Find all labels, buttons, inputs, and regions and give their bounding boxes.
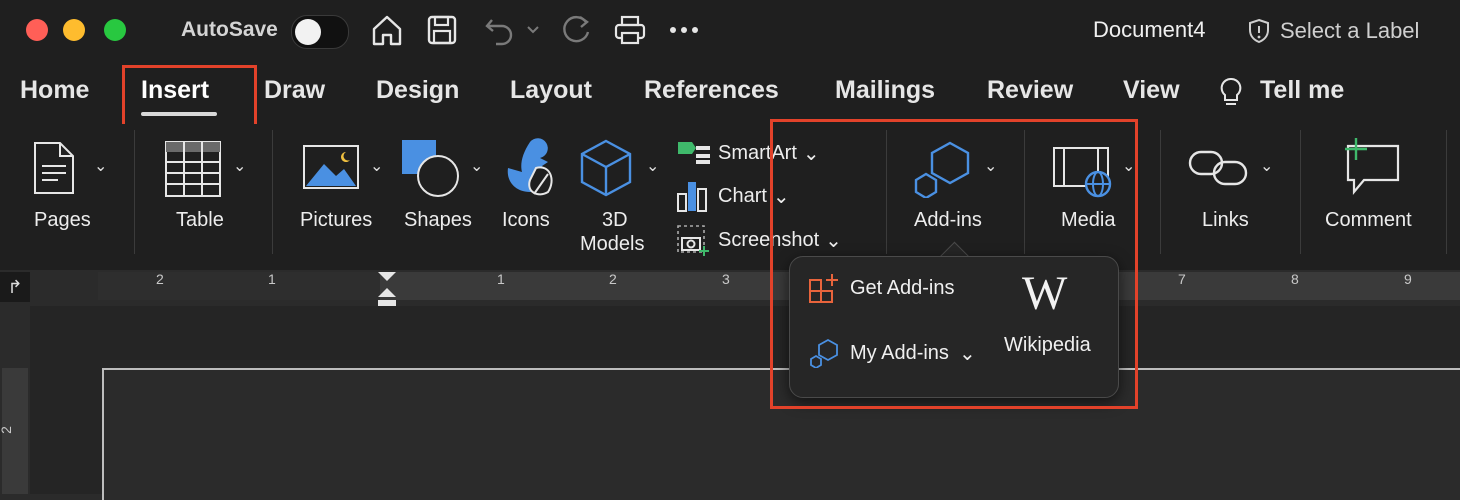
ribbon-separator: [1300, 130, 1301, 254]
close-window-button[interactable]: [26, 19, 48, 41]
insert-tab-highlight: [122, 65, 257, 132]
ribbon-separator: [1446, 130, 1447, 254]
lightbulb-icon: [1220, 77, 1242, 105]
undo-icon[interactable]: [482, 12, 518, 48]
minimize-window-button[interactable]: [63, 19, 85, 41]
zoom-window-button[interactable]: [104, 19, 126, 41]
tab-stop-selector[interactable]: ↱: [0, 272, 30, 302]
links-dropdown-chevron-icon[interactable]: ⌄: [1260, 156, 1273, 176]
autosave-toggle[interactable]: [291, 15, 349, 49]
undo-dropdown-chevron-icon[interactable]: [525, 22, 541, 38]
links-label[interactable]: Links: [1202, 209, 1249, 232]
3d-models-dropdown-chevron-icon[interactable]: ⌄: [646, 156, 659, 176]
pictures-dropdown-chevron-icon[interactable]: ⌄: [370, 156, 383, 176]
tab-layout[interactable]: Layout: [510, 76, 592, 105]
comment-icon[interactable]: [1340, 136, 1402, 196]
tab-view[interactable]: View: [1123, 76, 1180, 105]
shield-icon: [1249, 18, 1269, 44]
ruler-number: 9: [1404, 271, 1412, 287]
shapes-icon[interactable]: [400, 138, 462, 198]
save-icon[interactable]: [425, 12, 459, 48]
comment-label[interactable]: Comment: [1325, 209, 1412, 232]
ruler-number: 2: [156, 271, 164, 287]
links-icon[interactable]: [1188, 148, 1250, 188]
document-title: Document4: [1093, 17, 1206, 42]
3d-models-icon[interactable]: [578, 138, 634, 198]
tab-mailings[interactable]: Mailings: [835, 76, 935, 105]
table-icon[interactable]: [164, 140, 222, 198]
icons-gallery-icon[interactable]: [500, 138, 560, 200]
tab-home[interactable]: Home: [20, 76, 89, 105]
ribbon-separator: [272, 130, 273, 254]
smartart-icon: [678, 142, 710, 164]
shapes-label[interactable]: Shapes: [404, 209, 472, 232]
chart-icon: [677, 182, 707, 212]
tab-review[interactable]: Review: [987, 76, 1073, 105]
label-selector-text: Select a Label: [1280, 18, 1420, 43]
pictures-label[interactable]: Pictures: [300, 209, 372, 232]
tab-references[interactable]: References: [644, 76, 779, 105]
autosave-label: AutoSave: [181, 18, 278, 41]
chart-label: Chart: [718, 184, 767, 207]
pictures-icon[interactable]: [302, 144, 360, 190]
print-icon[interactable]: [612, 12, 648, 48]
toggle-knob: [295, 19, 321, 45]
pages-label[interactable]: Pages: [34, 209, 91, 232]
tab-draw[interactable]: Draw: [264, 76, 325, 105]
ruler-margin-left: [98, 272, 380, 300]
3d-models-label-line2[interactable]: Models: [580, 233, 644, 256]
table-label[interactable]: Table: [176, 209, 224, 232]
tab-design[interactable]: Design: [376, 76, 459, 105]
vertical-ruler-number: 2: [0, 426, 14, 434]
pages-icon[interactable]: [30, 140, 78, 196]
ruler-number: 8: [1291, 271, 1299, 287]
3d-models-label-line1[interactable]: 3D: [602, 209, 628, 232]
add-ins-media-highlight: [770, 119, 1138, 409]
ribbon-separator: [1160, 130, 1161, 254]
sensitivity-label-selector[interactable]: Select a Label: [1248, 16, 1419, 46]
shapes-dropdown-chevron-icon[interactable]: ⌄: [470, 156, 483, 176]
pages-dropdown-chevron-icon[interactable]: ⌄: [94, 156, 107, 176]
table-dropdown-chevron-icon[interactable]: ⌄: [233, 156, 246, 176]
screenshot-icon: [677, 225, 709, 256]
home-icon[interactable]: [370, 12, 404, 48]
ruler-number: 1: [268, 271, 276, 287]
tab-tell-me[interactable]: Tell me: [1260, 76, 1344, 105]
ruler-number: 1: [497, 271, 505, 287]
icons-label[interactable]: Icons: [502, 209, 550, 232]
ruler-number: 2: [609, 271, 617, 287]
ribbon-separator: [134, 130, 135, 254]
ruler-number: 7: [1178, 271, 1186, 287]
more-options-icon[interactable]: [668, 24, 700, 36]
redo-icon[interactable]: [558, 12, 594, 48]
ruler-number: 3: [722, 271, 730, 287]
